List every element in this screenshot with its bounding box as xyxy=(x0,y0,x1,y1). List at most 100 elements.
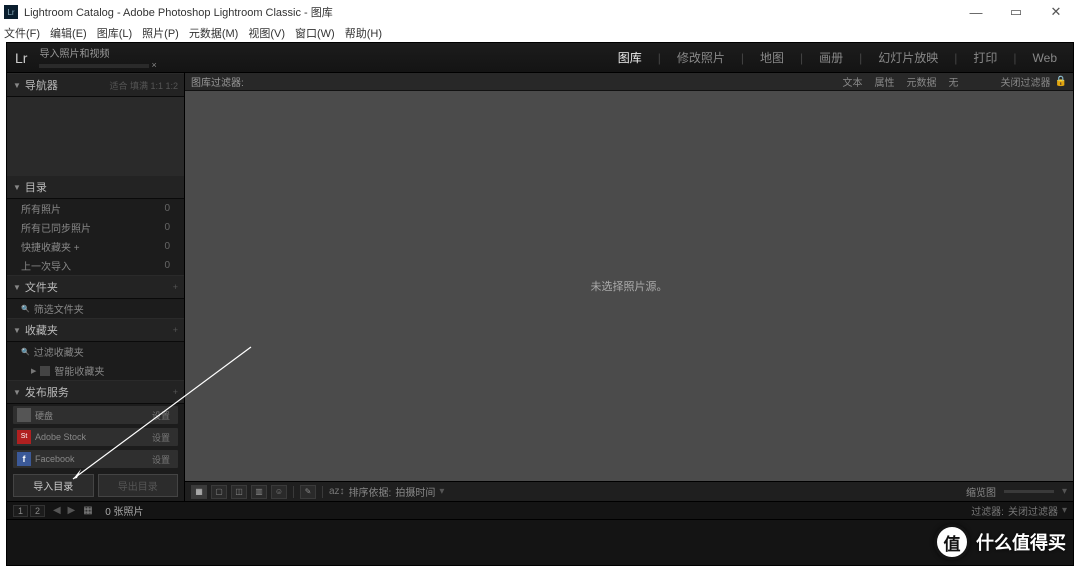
publish-setup-button[interactable]: 设置 xyxy=(148,431,174,444)
left-panel: ▼ 导航器 适合 填满 1:1 1:2 ▼ 目录 所有照片0 所有已同步照片0 … xyxy=(7,73,185,501)
filter-none[interactable]: 无 xyxy=(943,74,965,89)
navigator-zoom-options[interactable]: 适合 填满 1:1 1:2 xyxy=(109,79,178,92)
publish-setup-button[interactable]: 设置 xyxy=(148,453,174,466)
app-icon: Lr xyxy=(4,5,18,19)
library-filter-bar: 图库过滤器: 文本 属性 元数据 无 关闭过滤器 🔒 xyxy=(185,73,1073,91)
catalog-title: 目录 xyxy=(25,179,178,195)
import-catalog-button[interactable]: 导入目录 xyxy=(13,474,94,497)
loupe-view-button[interactable]: ▢ xyxy=(211,485,227,499)
menu-library[interactable]: 图库(L) xyxy=(97,25,132,41)
facebook-icon: f xyxy=(17,452,31,466)
lr-logo: Lr xyxy=(15,50,27,66)
folders-add-button[interactable]: + xyxy=(173,282,178,292)
navigator-preview xyxy=(7,97,184,175)
publish-adobestock[interactable]: St Adobe Stock 设置 xyxy=(13,428,178,446)
filmstrip: 1 2 ◀ ▶ ▦ 0 张照片 过滤器: 关闭过滤器 ▾ xyxy=(7,501,1073,565)
menu-photo[interactable]: 照片(P) xyxy=(142,25,179,41)
collections-title: 收藏夹 xyxy=(25,322,173,338)
sort-direction-button[interactable]: az↕ xyxy=(329,486,345,497)
watermark-text: 什么值得买 xyxy=(976,529,1066,555)
publish-header[interactable]: ▼ 发布服务 + xyxy=(7,380,184,404)
watermark-badge: 值 什么值得买 xyxy=(934,524,1066,560)
filter-text[interactable]: 文本 xyxy=(837,74,869,89)
collections-add-button[interactable]: + xyxy=(173,325,178,335)
export-catalog-button[interactable]: 导出目录 xyxy=(98,474,179,497)
adobestock-icon: St xyxy=(17,430,31,444)
filmstrip-filter-label: 过滤器: xyxy=(971,503,1004,518)
folders-title: 文件夹 xyxy=(25,279,173,295)
compare-view-button[interactable]: ◫ xyxy=(231,485,247,499)
catalog-all-photos[interactable]: 所有照片0 xyxy=(7,199,184,218)
folder-icon xyxy=(40,366,50,376)
progress-label: 导入照片和视频 xyxy=(39,45,156,60)
nav-back-forward[interactable]: ◀ ▶ xyxy=(53,505,77,516)
module-print[interactable]: 打印 xyxy=(965,49,1005,66)
publish-title: 发布服务 xyxy=(25,384,173,400)
filter-preset-dropdown[interactable]: 关闭过滤器 xyxy=(1001,74,1051,89)
folders-header[interactable]: ▼ 文件夹 + xyxy=(7,275,184,299)
painter-button[interactable]: ✎ xyxy=(300,485,316,499)
menu-view[interactable]: 视图(V) xyxy=(248,25,285,41)
module-library[interactable]: 图库 xyxy=(610,49,650,66)
thumbnail-size-slider[interactable] xyxy=(1004,490,1054,493)
window-title: Lightroom Catalog - Adobe Photoshop Ligh… xyxy=(24,4,333,20)
grid-view-empty: 未选择照片源。 xyxy=(185,91,1073,481)
people-view-button[interactable]: ☺ xyxy=(271,485,287,499)
smart-collections-row[interactable]: ▶智能收藏夹 xyxy=(7,361,184,380)
maximize-button[interactable]: ▭ xyxy=(996,4,1036,20)
disclosure-triangle-icon: ▼ xyxy=(13,283,21,292)
module-book[interactable]: 画册 xyxy=(811,49,851,66)
navigator-title: 导航器 xyxy=(25,77,110,93)
catalog-previous-import[interactable]: 上一次导入0 xyxy=(7,256,184,275)
filter-label: 图库过滤器: xyxy=(191,74,244,89)
main-window-button[interactable]: 1 xyxy=(13,505,28,517)
empty-message: 未选择照片源。 xyxy=(591,278,668,294)
watermark-icon: 值 xyxy=(934,524,970,560)
filmstrip-filter-value[interactable]: 关闭过滤器 xyxy=(1008,503,1058,518)
catalog-synced-photos[interactable]: 所有已同步照片0 xyxy=(7,218,184,237)
folders-filter-row[interactable]: 🔍筛选文件夹 xyxy=(7,299,184,318)
sort-value[interactable]: 拍摄时间 xyxy=(395,484,435,499)
catalog-header[interactable]: ▼ 目录 xyxy=(7,175,184,199)
collections-header[interactable]: ▼ 收藏夹 + xyxy=(7,318,184,342)
collections-filter-row[interactable]: 🔍过滤收藏夹 xyxy=(7,342,184,361)
disclosure-triangle-icon: ▼ xyxy=(13,81,21,90)
menubar: 文件(F) 编辑(E) 图库(L) 照片(P) 元数据(M) 视图(V) 窗口(… xyxy=(0,24,1080,42)
search-icon: 🔍 xyxy=(21,305,30,313)
filter-attribute[interactable]: 属性 xyxy=(869,74,901,89)
grid-view-button[interactable]: ▦ xyxy=(191,485,207,499)
menu-window[interactable]: 窗口(W) xyxy=(295,25,335,41)
publish-harddrive[interactable]: 硬盘 设置 xyxy=(13,406,178,424)
toolbar-dropdown-icon[interactable]: ▾ xyxy=(1062,486,1067,497)
grid-toggle-button[interactable]: ▦ xyxy=(83,505,97,517)
triangle-right-icon: ▶ xyxy=(31,367,36,375)
navigator-header[interactable]: ▼ 导航器 适合 填满 1:1 1:2 xyxy=(7,73,184,97)
module-slideshow[interactable]: 幻灯片放映 xyxy=(870,49,946,66)
menu-metadata[interactable]: 元数据(M) xyxy=(189,25,239,41)
publish-add-button[interactable]: + xyxy=(173,387,178,397)
disclosure-triangle-icon: ▼ xyxy=(13,326,21,335)
lock-icon[interactable]: 🔒 xyxy=(1055,76,1067,87)
search-icon: 🔍 xyxy=(21,348,30,356)
second-window-button[interactable]: 2 xyxy=(30,505,45,517)
minimize-button[interactable]: ― xyxy=(956,5,996,20)
module-web[interactable]: Web xyxy=(1025,51,1065,65)
menu-help[interactable]: 帮助(H) xyxy=(345,25,382,41)
close-window-button[interactable]: ✕ xyxy=(1036,4,1076,20)
module-map[interactable]: 地图 xyxy=(752,49,792,66)
progress-bar xyxy=(39,64,149,68)
photo-count: 0 张照片 xyxy=(105,503,143,518)
survey-view-button[interactable]: ▥ xyxy=(251,485,267,499)
menu-file[interactable]: 文件(F) xyxy=(4,25,40,41)
disclosure-triangle-icon: ▼ xyxy=(13,388,21,397)
harddrive-icon xyxy=(17,408,31,422)
filter-metadata[interactable]: 元数据 xyxy=(901,74,943,89)
thumbnail-label: 缩览图 xyxy=(966,484,996,499)
catalog-quick-collection[interactable]: 快捷收藏夹 +0 xyxy=(7,237,184,256)
dropdown-icon: ▾ xyxy=(1062,505,1067,516)
publish-facebook[interactable]: f Facebook 设置 xyxy=(13,450,178,468)
module-develop[interactable]: 修改照片 xyxy=(669,49,733,66)
progress-cancel[interactable]: × xyxy=(151,60,156,70)
menu-edit[interactable]: 编辑(E) xyxy=(50,25,87,41)
publish-setup-button[interactable]: 设置 xyxy=(148,409,174,422)
